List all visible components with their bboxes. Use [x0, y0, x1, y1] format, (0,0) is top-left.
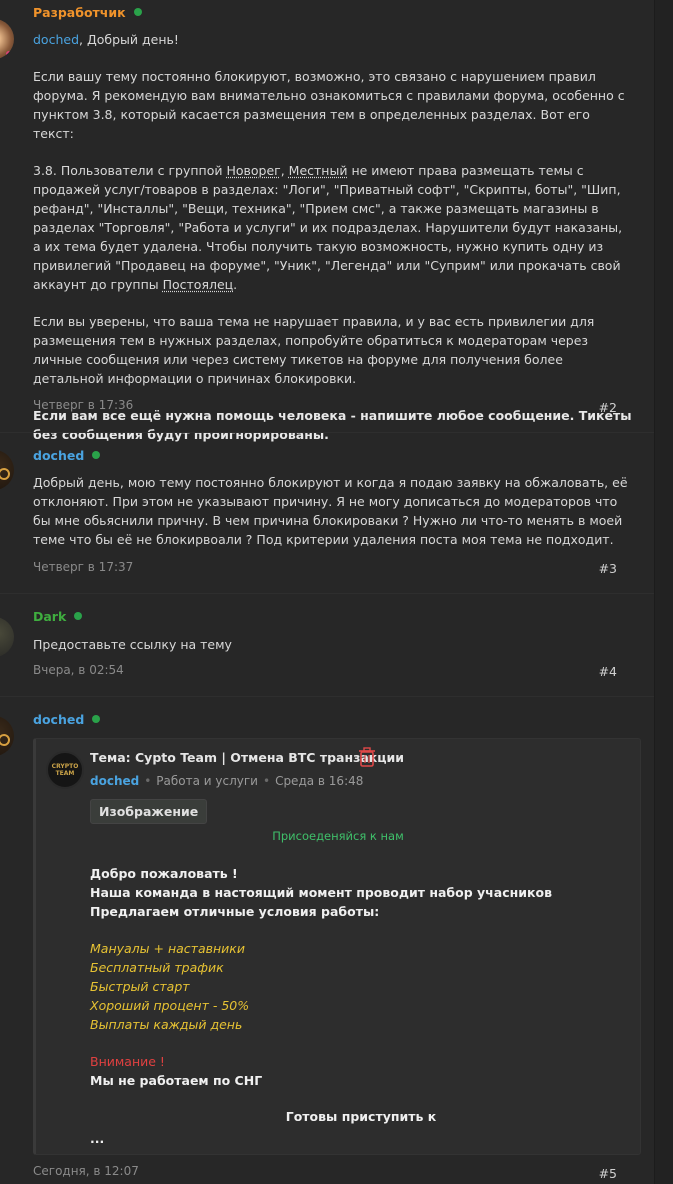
paragraph-2: 3.8. Пользователи с группой Новорег, Мес… [33, 163, 623, 292]
post-number[interactable]: #4 [599, 664, 617, 679]
ellipsis-text: ... [90, 1131, 105, 1146]
divider [0, 696, 655, 697]
post-date[interactable]: Вчера, в 02:54 [33, 663, 124, 677]
post-body: Добрый день, мою тему постоянно блокирую… [33, 475, 628, 547]
author-name[interactable]: Dark [33, 609, 66, 624]
post-number[interactable]: #2 [599, 400, 617, 415]
ready-text: Готовы приступить к [285, 1109, 437, 1124]
developer-avatar[interactable] [0, 19, 14, 59]
thread-preview-card[interactable]: CRYPTO TEAM Тема: Cypto Team | Отмена BTC… [33, 738, 641, 1155]
no-cis-text: Мы не работаем по СНГ [90, 1073, 263, 1088]
thread-meta: doched • Работа и услуги • Среда в 16:48 [90, 774, 364, 788]
group-link-regular[interactable]: Постоялец [163, 277, 234, 292]
post-header: Разработчик [33, 5, 142, 20]
thread-date: Среда в 16:48 [275, 774, 364, 788]
thread-section[interactable]: Работа и услуги [156, 774, 258, 788]
user-avatar[interactable] [0, 450, 14, 490]
user-avatar[interactable] [0, 716, 14, 756]
group-link-local[interactable]: Местный [289, 163, 348, 178]
perk-item: Хороший процент - 50% [90, 998, 250, 1013]
author-name[interactable]: doched [33, 448, 84, 463]
post-body: doched, Добрый день! Если вашу тему пост… [33, 30, 633, 444]
thread-author[interactable]: doched [90, 774, 139, 788]
post-header: doched [33, 712, 101, 727]
divider [0, 432, 655, 433]
recruit-text: Наша команда в настоящий момент проводит… [90, 885, 552, 900]
perk-item: Быстрый старт [90, 979, 190, 994]
image-button[interactable]: Изображение [90, 799, 208, 824]
online-status-icon [92, 451, 101, 459]
post-header: Dark [33, 609, 83, 624]
mention-link[interactable]: doched [33, 32, 79, 47]
divider [0, 593, 655, 594]
conditions-text: Предлагаем отличные условия работы: [90, 904, 380, 919]
dark-avatar[interactable] [0, 617, 14, 657]
post-date[interactable]: Сегодня, в 12:07 [33, 1164, 139, 1178]
paragraph-3: Если вы уверены, что ваша тема не наруша… [33, 314, 595, 386]
join-link[interactable]: Присоеденяйся к нам [36, 829, 640, 843]
perk-item: Выплаты каждый день [90, 1017, 243, 1032]
post-date[interactable]: Четверг в 17:36 [33, 398, 133, 412]
author-name[interactable]: doched [33, 712, 84, 727]
greeting-text: , Добрый день! [79, 32, 179, 47]
scrollbar[interactable] [654, 0, 673, 1184]
paragraph-1: Если вашу тему постоянно блокируют, возм… [33, 69, 625, 141]
post-number[interactable]: #5 [599, 1166, 617, 1181]
perk-item: Бесплатный трафик [90, 960, 224, 975]
crypto-team-logo: CRYPTO TEAM [46, 751, 84, 789]
trash-icon[interactable] [358, 747, 376, 767]
online-status-icon [133, 8, 142, 16]
group-link-newreg[interactable]: Новорег [226, 163, 280, 178]
post-number[interactable]: #3 [599, 561, 617, 576]
warning-text: Внимание ! [90, 1054, 165, 1069]
post-body: Предоставьте ссылку на тему [33, 637, 232, 652]
welcome-text: Добро пожаловать ! [90, 866, 238, 881]
online-status-icon [92, 715, 101, 723]
thread-title[interactable]: Тема: Cypto Team | Отмена BTC транзакции [90, 750, 404, 765]
online-status-icon [74, 612, 83, 620]
post-date[interactable]: Четверг в 17:37 [33, 560, 133, 574]
perk-item: Мануалы + наставники [90, 941, 245, 956]
post-header: doched [33, 448, 101, 463]
author-name[interactable]: Разработчик [33, 5, 126, 20]
